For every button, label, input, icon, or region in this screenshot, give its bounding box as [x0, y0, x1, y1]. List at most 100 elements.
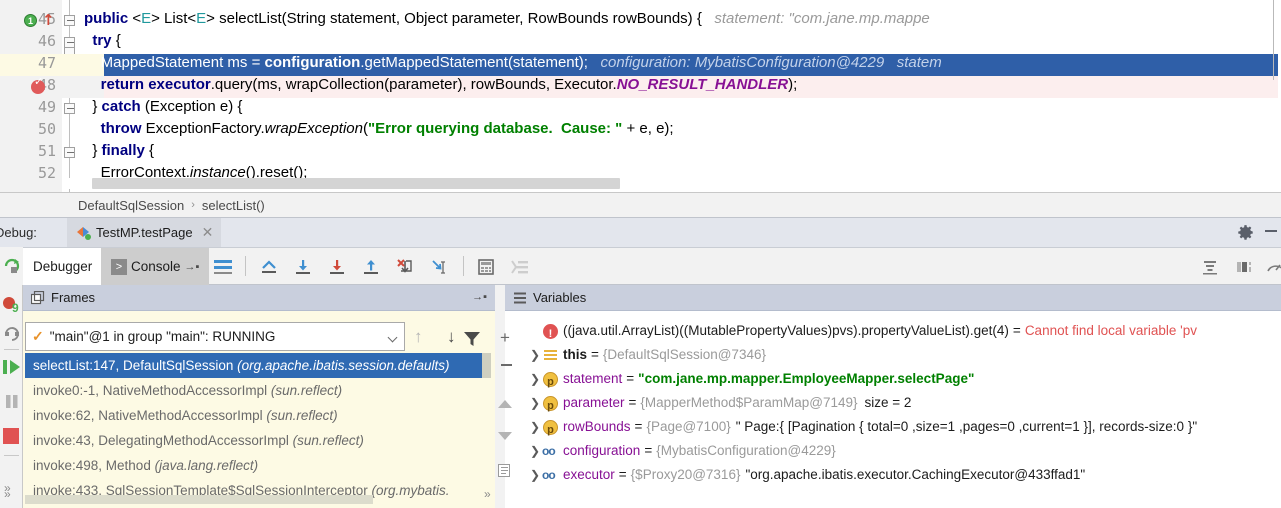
variable-row-6[interactable]: ❯ executor = {$Proxy20@7316} "org.apache… — [505, 463, 1281, 487]
close-icon[interactable]: ✕ — [202, 224, 214, 241]
expander-icon[interactable]: ❯ — [527, 463, 543, 487]
variable-row-2[interactable]: ❯ statement = "com.jane.mp.mapper.Employ… — [505, 367, 1281, 391]
line-number: 48 — [0, 76, 56, 94]
variable-row-5[interactable]: ❯ configuration = {MybatisConfiguration@… — [505, 439, 1281, 463]
minimize-icon[interactable] — [1265, 230, 1277, 232]
frame-method: invoke:43, DelegatingMethodAccessorImpl — [33, 433, 289, 448]
variable-value: {$Proxy20@7316} — [631, 463, 741, 487]
vars-expand-bottom-icon[interactable]: » — [484, 487, 491, 501]
mute-breakpoints-icon[interactable] — [510, 257, 530, 277]
console-icon: > — [111, 259, 127, 275]
frames-down-button[interactable]: ↓ — [447, 327, 456, 347]
breakpoints-icon[interactable]: 9 — [2, 295, 21, 314]
breadcrumb[interactable]: DefaultSqlSession › selectList() — [0, 192, 1281, 217]
frame-package: (java.lang.reflect) — [155, 458, 259, 473]
variable-row-1[interactable]: ❯ this = {DefaultSqlSession@7346} — [505, 343, 1281, 367]
line-number: 50 — [0, 120, 56, 138]
frames-filter-button[interactable] — [463, 330, 481, 348]
variables-panel: Variables ❯ ((java.util.ArrayList)((Muta… — [505, 285, 1281, 508]
frames-settings-icon[interactable]: →▪ — [472, 291, 487, 303]
frames-hscrollbar-thumb[interactable] — [25, 495, 373, 504]
layout-panels-icon[interactable] — [1234, 257, 1254, 277]
debug-session-tab[interactable]: TestMP.testPage ✕ — [67, 218, 221, 248]
pause-program-icon[interactable] — [3, 393, 20, 410]
step-out-icon[interactable] — [361, 257, 381, 277]
move-down-button[interactable] — [498, 432, 512, 440]
copy-value-button[interactable] — [498, 464, 510, 477]
param-icon — [543, 396, 558, 411]
expander-icon[interactable]: ❯ — [527, 367, 543, 391]
show-execution-point-icon[interactable] — [259, 257, 279, 277]
frames-panel-title: Frames — [51, 290, 95, 305]
variables-tree[interactable]: ❯ ((java.util.ArrayList)((MutablePropert… — [505, 311, 1281, 487]
restart-icon[interactable] — [3, 325, 21, 343]
variable-row-3[interactable]: ❯ parameter = {MapperMethod$ParamMap@714… — [505, 391, 1281, 415]
settings-stack-icon[interactable] — [1200, 257, 1220, 277]
evaluate-expression-icon[interactable] — [476, 257, 496, 277]
variable-equals: = — [619, 463, 627, 487]
frame-method: selectList:147, DefaultSqlSession — [33, 358, 233, 373]
help-icon[interactable] — [1266, 257, 1281, 277]
fold-marker-icon[interactable] — [64, 15, 75, 26]
frame-list-item-4[interactable]: invoke:498, Method (java.lang.reflect) — [25, 453, 491, 478]
fold-marker-icon[interactable] — [64, 147, 75, 158]
stop-icon[interactable] — [3, 428, 19, 444]
editor-hscrollbar-thumb[interactable] — [92, 178, 620, 189]
frame-list-item-3[interactable]: invoke:43, DelegatingMethodAccessorImpl … — [25, 428, 491, 453]
variable-row-0[interactable]: ❯ ((java.util.ArrayList)((MutablePropert… — [505, 319, 1281, 343]
variables-panel-title: Variables — [533, 290, 586, 305]
debug-session-tab-label: TestMP.testPage — [96, 225, 193, 240]
expander-icon[interactable]: ❯ — [527, 343, 543, 367]
chevron-down-icon[interactable] — [388, 333, 398, 343]
fold-marker-icon[interactable] — [64, 103, 75, 114]
layout-icon[interactable] — [213, 257, 233, 277]
variable-value: "com.jane.mp.mapper.EmployeeMapper.selec… — [638, 367, 974, 391]
run-to-cursor-icon[interactable] — [430, 257, 450, 277]
code-text: } catch (Exception e) { — [84, 98, 242, 115]
variable-name: rowBounds — [563, 415, 631, 439]
variable-row-4[interactable]: ❯ rowBounds = {Page@7100} " Page:{ [Pagi… — [505, 415, 1281, 439]
rail-expand-bottom-icon[interactable]: » — [4, 487, 11, 501]
tab-console-label: Console — [131, 259, 181, 274]
variable-name: ((java.util.ArrayList)((MutablePropertyV… — [563, 319, 1009, 343]
list-icon — [543, 348, 558, 363]
breakpoint-green-icon[interactable]: 1 — [24, 14, 37, 27]
frame-method: invoke:62, NativeMethodAccessorImpl — [33, 408, 263, 423]
resume-program-icon[interactable] — [2, 357, 22, 377]
rail-divider — [4, 455, 19, 456]
rerun-icon[interactable] — [3, 257, 21, 275]
frame-list-item-0[interactable]: selectList:147, DefaultSqlSession (org.a… — [25, 353, 491, 378]
step-into-icon[interactable] — [327, 257, 347, 277]
force-step-into-icon[interactable] — [395, 257, 415, 277]
breadcrumb-item-class[interactable]: DefaultSqlSession — [78, 198, 184, 213]
debugger-toolbar: Debugger > Console →▪ — [0, 247, 1281, 285]
expander-icon[interactable]: ❯ — [527, 415, 543, 439]
line-number: 49 — [0, 98, 56, 116]
expander-icon[interactable]: ❯ — [527, 391, 543, 415]
run-config-icon — [77, 226, 90, 239]
variable-equals: = — [626, 367, 634, 391]
breadcrumb-item-method[interactable]: selectList() — [202, 198, 265, 213]
frames-list[interactable]: selectList:147, DefaultSqlSession (org.a… — [25, 353, 491, 505]
line-number: 46 — [0, 32, 56, 50]
add-watch-button[interactable]: + — [500, 328, 510, 348]
thread-selector[interactable]: ✓ "main"@1 in group "main": RUNNING — [25, 322, 405, 351]
step-over-icon[interactable] — [293, 257, 313, 277]
breadcrumb-separator: › — [191, 199, 195, 211]
move-up-button[interactable] — [498, 400, 512, 408]
frame-method: invoke0:-1, NativeMethodAccessorImpl — [33, 383, 267, 398]
code-editor[interactable]: 44 @Override 45 1 ↑ public <E> List<E> s… — [0, 0, 1281, 192]
tab-debugger[interactable]: Debugger — [23, 248, 102, 285]
expander-icon[interactable]: ❯ — [527, 439, 543, 463]
param-icon — [543, 420, 558, 435]
fold-marker-icon[interactable] — [64, 37, 75, 48]
gear-icon[interactable] — [1237, 224, 1254, 241]
frame-list-item-1[interactable]: invoke0:-1, NativeMethodAccessorImpl (su… — [25, 378, 491, 403]
code-text: public <E> List<E> selectList(String sta… — [84, 10, 930, 27]
breakpoint-red-icon[interactable] — [31, 80, 45, 94]
frame-list-item-2[interactable]: invoke:62, NativeMethodAccessorImpl (sun… — [25, 403, 491, 428]
remove-watch-button[interactable] — [501, 364, 512, 366]
frames-up-button[interactable]: ↑ — [414, 327, 423, 347]
tab-console[interactable]: > Console →▪ — [101, 248, 209, 285]
frames-vscrollbar-thumb[interactable] — [482, 353, 491, 378]
